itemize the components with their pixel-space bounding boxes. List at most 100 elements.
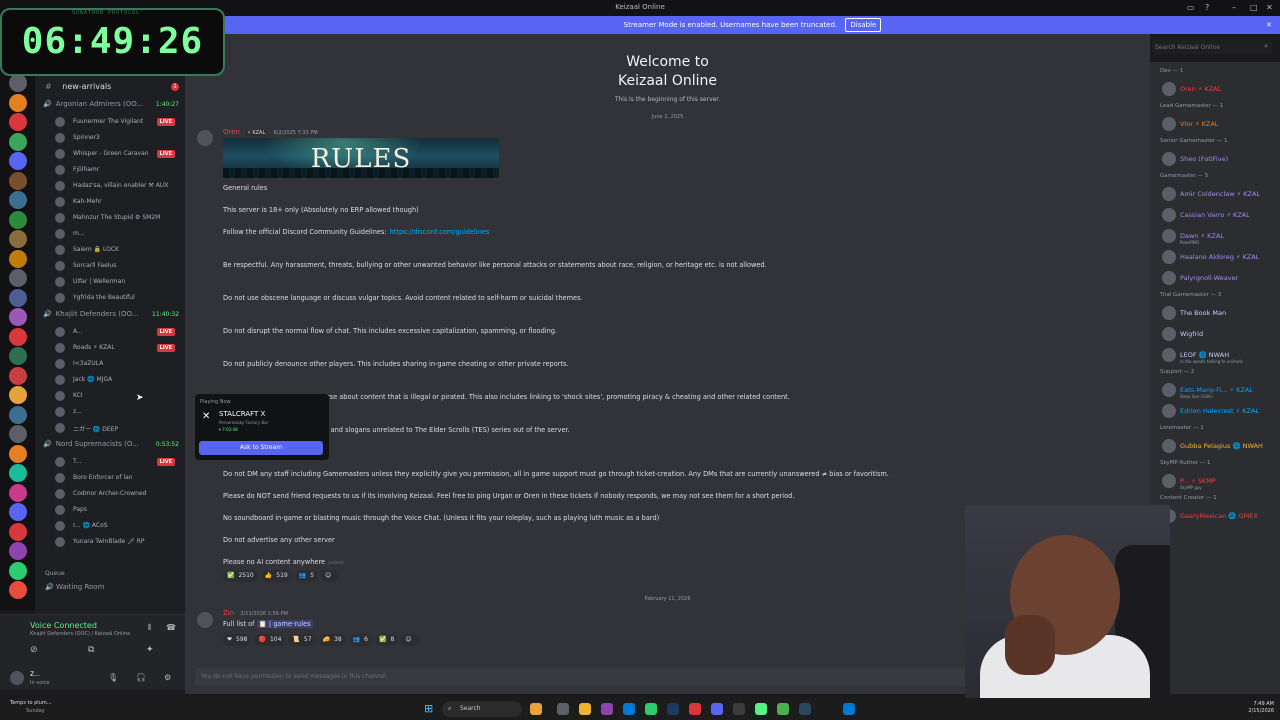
headphones-icon[interactable]: 🎧 xyxy=(136,673,146,682)
voice-user[interactable]: m... xyxy=(55,228,181,242)
member-item[interactable]: Cassian Varro ⚡ KZAL xyxy=(1162,208,1280,222)
server-icon[interactable] xyxy=(9,171,27,190)
taskbar-app-icon[interactable] xyxy=(557,703,569,715)
taskbar-chrome-icon[interactable] xyxy=(777,703,789,715)
server-icon[interactable] xyxy=(9,483,27,502)
disconnect-icon[interactable]: ☎ xyxy=(166,623,176,632)
server-icon[interactable] xyxy=(9,152,27,170)
member-item[interactable]: GaaryMexican 🌐 GMEX xyxy=(1162,509,1280,523)
screen-share-icon[interactable]: ⧉ xyxy=(88,645,94,655)
reaction-button[interactable]: 🧀 38 xyxy=(318,634,346,646)
voice-user[interactable]: KCI xyxy=(55,390,181,404)
settings-gear-icon[interactable]: ⚙ xyxy=(164,673,171,682)
channel-new-arrivals[interactable]: # new-arrivals xyxy=(45,82,111,91)
server-icon[interactable] xyxy=(9,561,27,580)
reaction-button[interactable]: 👥 5 xyxy=(294,570,319,582)
server-icon[interactable] xyxy=(9,464,27,482)
message-avatar[interactable] xyxy=(197,130,213,146)
reaction-button[interactable]: ☺ xyxy=(401,634,420,646)
reaction-button[interactable]: 📜 57 xyxy=(288,634,316,646)
voice-user[interactable]: Ulfar | Wellerman xyxy=(55,276,181,290)
channel-mention[interactable]: 📋 | game-rules xyxy=(256,620,313,628)
inbox-icon[interactable]: ▭ xyxy=(1187,3,1195,12)
voice-user[interactable]: Codmor Archer-Crowned xyxy=(55,488,181,502)
voice-user[interactable]: Paps xyxy=(55,504,181,518)
server-icon[interactable] xyxy=(9,249,27,268)
member-item[interactable]: LEOF 🌐 NWAH in the woods talking to anima… xyxy=(1162,348,1280,364)
search-input[interactable] xyxy=(1155,41,1255,53)
user-avatar[interactable] xyxy=(10,671,24,685)
member-item[interactable]: Vlor ⚡ KZAL xyxy=(1162,117,1280,131)
taskbar-app-icon[interactable] xyxy=(689,703,701,715)
member-item[interactable]: The Book Man xyxy=(1162,306,1280,320)
taskbar-edge-icon[interactable] xyxy=(623,703,635,715)
signal-icon[interactable]: ⫴ xyxy=(148,623,151,633)
voice-user[interactable]: Yunara TwinBlade 🗡 RP xyxy=(55,536,181,550)
voice-connected-status[interactable]: Voice Connected xyxy=(30,621,97,630)
server-icon[interactable] xyxy=(9,522,27,541)
activities-icon[interactable]: ✦ xyxy=(146,645,154,655)
member-item[interactable]: Oren ⚡ KZAL xyxy=(1162,82,1280,96)
taskbar-steam-icon[interactable] xyxy=(799,703,811,715)
voice-channel[interactable]: 🔊 Khajiit Defenders (OO... 11:40:32 xyxy=(43,310,185,318)
reaction-button[interactable]: ✅ 2510 xyxy=(223,570,258,582)
server-icon[interactable] xyxy=(9,366,27,385)
member-item[interactable]: Gubba Pelagius 🌐 NWAH xyxy=(1162,439,1280,453)
voice-user[interactable]: Jack 🌐 MJGA xyxy=(55,374,181,388)
server-icon[interactable] xyxy=(9,269,27,287)
voice-channel[interactable]: 🔊 Nord Supremacists (O... 0:53:52 xyxy=(43,440,185,448)
guidelines-link[interactable]: https://discord.com/guidelines xyxy=(390,228,490,236)
camera-off-icon[interactable]: ⊘ xyxy=(30,645,38,655)
disable-streamer-mode-button[interactable]: Disable xyxy=(845,18,882,32)
queue-category[interactable]: Queue xyxy=(45,570,65,577)
taskbar-app-icon[interactable] xyxy=(645,703,657,715)
voice-user[interactable]: Sorcarll Faelus xyxy=(55,260,181,274)
server-icon[interactable] xyxy=(9,503,27,521)
voice-user[interactable]: Whisper - Green Caravan LIVE xyxy=(55,148,181,162)
server-icon[interactable] xyxy=(9,210,27,229)
help-icon[interactable]: ? xyxy=(1205,3,1209,12)
windows-start-icon[interactable]: ⊞ xyxy=(424,702,433,715)
member-item[interactable]: Haalano Aldoreg ⚡ KZAL xyxy=(1162,250,1280,264)
server-icon[interactable] xyxy=(9,288,27,307)
server-icon[interactable] xyxy=(9,93,27,112)
voice-user[interactable]: Boro Enforcer of lan xyxy=(55,472,181,486)
voice-channel[interactable]: 🔊 Argonian Admirers (OO... 1:40:27 xyxy=(43,100,185,108)
reaction-button[interactable]: ✅ 8 xyxy=(374,634,399,646)
voice-user[interactable]: Ygfrida the Beautiful xyxy=(55,292,181,306)
mic-icon[interactable]: 🎙 xyxy=(108,673,118,682)
taskbar-app-icon[interactable] xyxy=(755,703,767,715)
voice-user[interactable]: A... LIVE xyxy=(55,326,181,340)
taskbar-discord-icon[interactable] xyxy=(711,703,723,715)
member-item[interactable]: Dawn ⚡ KZAL PokeMMO xyxy=(1162,229,1280,245)
server-icon[interactable] xyxy=(9,308,27,326)
taskbar-app-icon[interactable] xyxy=(667,703,679,715)
server-icon[interactable] xyxy=(9,327,27,346)
voice-user[interactable]: Fjölhamr xyxy=(55,164,181,178)
member-item[interactable]: Eats-Many-Fi... ⚡ KZAL Deep Sea Chillin xyxy=(1162,383,1280,399)
server-icon[interactable] xyxy=(9,444,27,463)
weather-widget[interactable]: Temps to plum... xyxy=(10,700,52,706)
message-avatar[interactable] xyxy=(197,612,213,628)
server-icon[interactable] xyxy=(9,542,27,560)
taskbar-folder-icon[interactable] xyxy=(579,703,591,715)
member-item[interactable]: Edrien Halecrest ⚡ KZAL xyxy=(1162,404,1280,418)
server-icon[interactable] xyxy=(9,230,27,248)
server-icon[interactable] xyxy=(9,347,27,365)
server-icon[interactable] xyxy=(9,581,27,599)
taskbar-search[interactable]: ⌕ Search xyxy=(442,701,522,717)
rules-banner-image[interactable]: RULES xyxy=(223,138,499,178)
server-icon[interactable] xyxy=(9,425,27,443)
server-icon[interactable] xyxy=(9,113,27,131)
voice-user[interactable]: Hadaz'sa, villain enabler ⚒ AUX xyxy=(55,180,181,194)
server-icon[interactable] xyxy=(9,74,27,92)
voice-user[interactable]: Spinner3 xyxy=(55,132,181,146)
maximize-button[interactable]: □ xyxy=(1250,3,1258,12)
voice-user[interactable]: Kah-Mehr xyxy=(55,196,181,210)
message-author[interactable]: Zin xyxy=(223,609,234,617)
message-author[interactable]: Oren xyxy=(223,128,240,136)
voice-channel-waiting-room[interactable]: 🔊 Waiting Room xyxy=(45,583,104,591)
server-icon[interactable] xyxy=(9,191,27,209)
voice-user[interactable]: Saiem 🔒 LOCK xyxy=(55,244,181,258)
voice-user[interactable]: z... xyxy=(55,406,181,420)
